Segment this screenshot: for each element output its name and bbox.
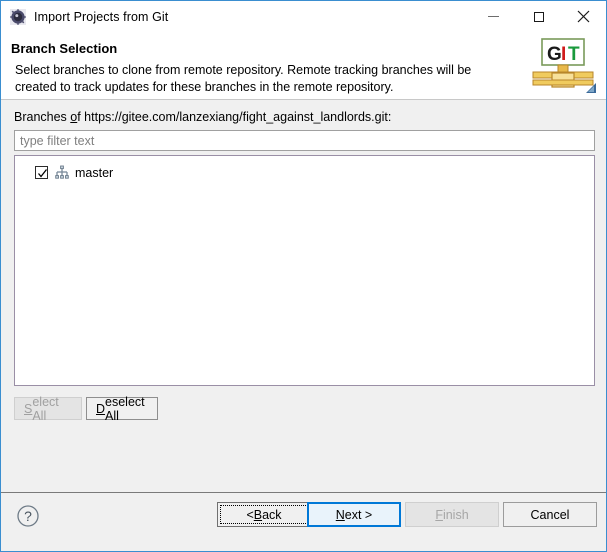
deselect-all-mnemonic: D (96, 401, 106, 416)
finish-mnemonic: F (435, 507, 443, 522)
import-projects-from-git-dialog: Import Projects from Git Branch Selectio… (0, 0, 607, 552)
deselect-all-label: eselect All (105, 394, 145, 423)
select-all-label: elect All (32, 394, 59, 423)
window-controls (471, 1, 606, 32)
branch-checkbox[interactable] (35, 166, 48, 179)
deselect-all-button[interactable]: Deselect All (86, 394, 158, 423)
minimize-button[interactable] (471, 1, 516, 32)
tree-row[interactable]: master (15, 163, 594, 182)
page-description: Select branches to clone from remote rep… (15, 63, 472, 94)
maximize-button[interactable] (516, 1, 561, 32)
next-button[interactable]: Next > (307, 502, 401, 527)
back-button[interactable]: < Back (217, 502, 311, 527)
git-branch-icon (54, 165, 70, 181)
wizard-header: Branch Selection Select branches to clon… (1, 32, 606, 100)
maximize-icon (533, 11, 544, 22)
close-icon (577, 10, 590, 23)
finish-button[interactable]: Finish (405, 502, 499, 527)
branch-name-label: master (75, 165, 114, 180)
branches-label-suffix: f https://gitee.com/lanzexiang/fight_aga… (77, 110, 392, 124)
next-label: ext > (344, 507, 373, 522)
finish-label: inish (442, 507, 469, 522)
svg-text:T: T (568, 44, 580, 65)
git-banner-logo: G I T (530, 37, 596, 95)
filter-input[interactable] (14, 130, 595, 151)
checkmark-icon (38, 169, 48, 178)
content-area: Branches of https://gitee.com/lanzexiang… (1, 100, 606, 492)
page-title: Branch Selection (11, 41, 118, 56)
select-all-button[interactable]: Select All (14, 394, 82, 423)
back-label: ack (262, 507, 282, 522)
svg-text:I: I (561, 44, 566, 65)
next-mnemonic: N (335, 507, 345, 522)
title-bar: Import Projects from Git (1, 1, 606, 32)
svg-text:G: G (547, 44, 562, 65)
select-all-mnemonic: S (24, 401, 33, 416)
back-prefix: < (246, 507, 254, 522)
branches-label: Branches of https://gitee.com/lanzexiang… (14, 110, 391, 124)
minimize-icon (488, 16, 499, 17)
back-mnemonic: B (253, 507, 263, 522)
cancel-button[interactable]: Cancel (503, 502, 597, 527)
wizard-footer: ? < Back Next > Finish Cancel (1, 492, 606, 551)
help-icon[interactable]: ? (16, 504, 40, 528)
window-title: Import Projects from Git (34, 9, 169, 24)
cancel-label: Cancel (530, 507, 570, 522)
svg-text:?: ? (24, 508, 32, 524)
branches-label-prefix: Branches (14, 110, 71, 124)
branches-tree[interactable]: master (14, 155, 595, 386)
close-button[interactable] (561, 1, 606, 32)
eclipse-wizard-icon (10, 8, 26, 25)
